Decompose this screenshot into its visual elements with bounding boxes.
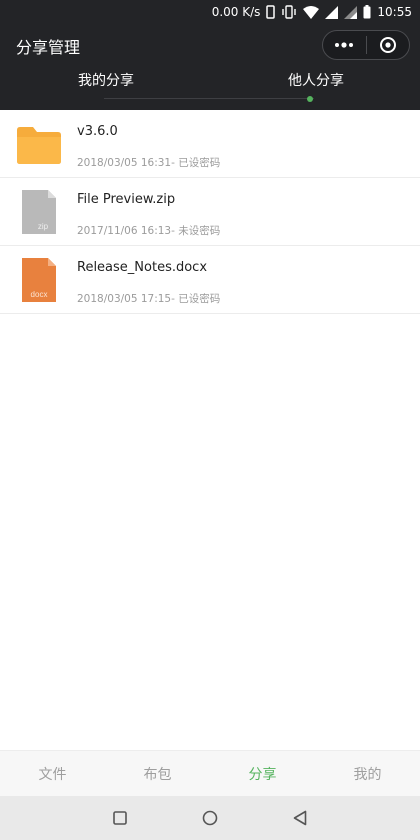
folder-icon: [16, 122, 62, 166]
file-name: v3.6.0: [77, 124, 118, 139]
page-title: 分享管理: [16, 38, 81, 57]
signal-icon: [325, 4, 339, 20]
mini-program-capsule: [322, 30, 410, 60]
vibrate-icon: [281, 4, 297, 20]
tab-my-shares[interactable]: 我的分享: [78, 70, 134, 90]
file-meta: 2017/11/06 16:13- 未设密码: [77, 225, 221, 237]
file-list: v3.6.0 2018/03/05 16:31- 已设密码 zip File P…: [0, 110, 420, 314]
bottom-tab-bar: 文件 布包 分享 我的: [0, 750, 420, 796]
target-icon: [379, 37, 396, 53]
zip-file-icon: zip: [16, 190, 62, 234]
tab-package[interactable]: 布包: [105, 751, 210, 796]
file-name: File Preview.zip: [77, 192, 176, 207]
list-item[interactable]: zip File Preview.zip 2017/11/06 16:13- 未…: [0, 178, 420, 246]
tab-others-shares[interactable]: 他人分享: [288, 70, 344, 90]
zip-icon-label: zip: [38, 222, 49, 231]
file-meta: 2018/03/05 17:15- 已设密码: [77, 293, 221, 305]
tab-indicator-track: [104, 98, 314, 99]
list-item[interactable]: v3.6.0 2018/03/05 16:31- 已设密码: [0, 110, 420, 178]
home-button[interactable]: [200, 808, 220, 828]
signal-icon-2: [344, 4, 358, 20]
more-dots-icon: [335, 42, 354, 48]
network-speed: 0.00 K/s: [211, 5, 261, 19]
circle-icon: [202, 810, 218, 826]
docx-file-icon: docx: [16, 258, 62, 302]
share-tabs: 我的分享 他人分享: [0, 66, 420, 102]
file-meta: 2018/03/05 16:31- 已设密码: [77, 157, 221, 169]
wifi-icon: [303, 4, 320, 20]
header: 分享管理 我的分享 他人分享: [0, 24, 420, 110]
tab-me[interactable]: 我的: [315, 751, 420, 796]
square-icon: [113, 811, 127, 825]
tab-indicator-dot: [307, 96, 313, 102]
close-mini-program-button[interactable]: [366, 31, 409, 59]
back-button[interactable]: [290, 808, 310, 828]
tab-share[interactable]: 分享: [210, 751, 315, 796]
tab-files[interactable]: 文件: [0, 751, 105, 796]
docx-icon-label: docx: [31, 290, 48, 299]
status-bar: 0.00 K/s 10:55: [0, 0, 420, 24]
battery-icon: [363, 4, 371, 20]
recents-button[interactable]: [110, 808, 130, 828]
phone-icon: [266, 4, 276, 20]
screen: 0.00 K/s 10:55 分享管理 我的分享 他人分享 v3.6.0 201…: [0, 0, 420, 840]
triangle-back-icon: [293, 810, 307, 826]
list-item[interactable]: docx Release_Notes.docx 2018/03/05 17:15…: [0, 246, 420, 314]
clock: 10:55: [377, 5, 412, 19]
android-nav-bar: [0, 796, 420, 840]
file-name: Release_Notes.docx: [77, 260, 208, 275]
more-button[interactable]: [323, 31, 366, 59]
